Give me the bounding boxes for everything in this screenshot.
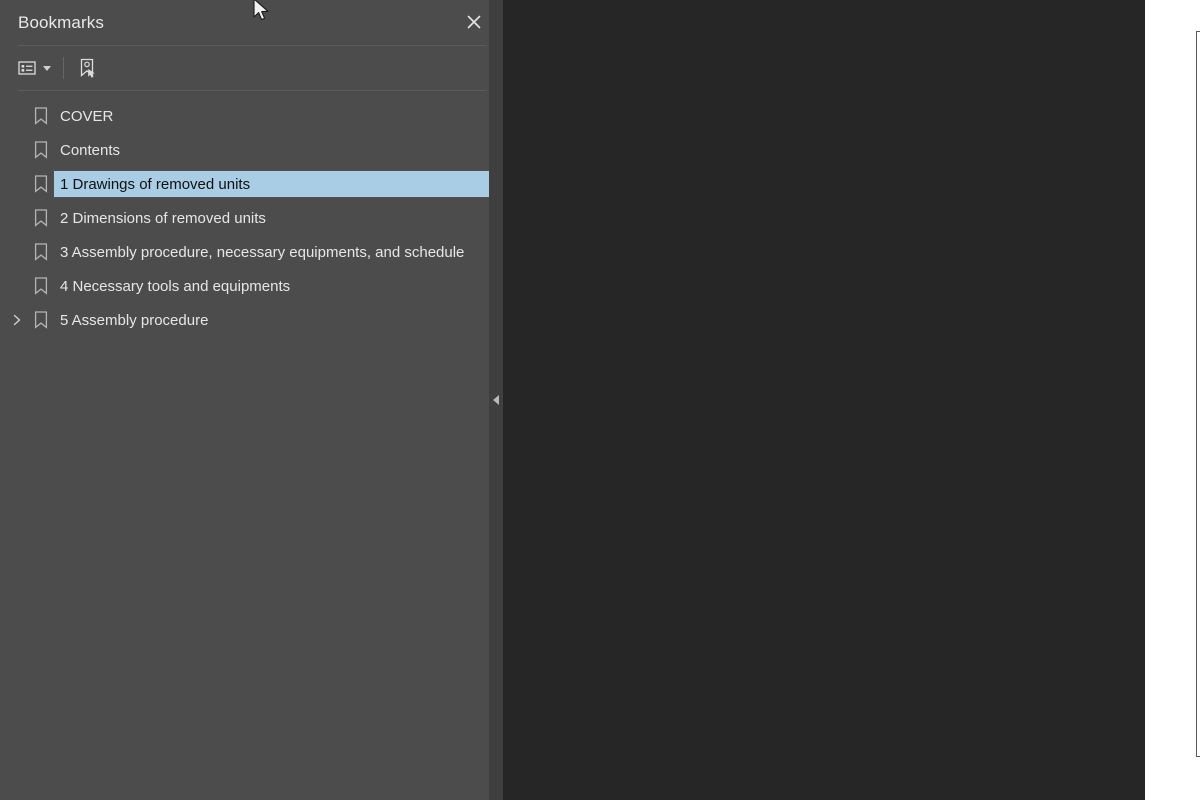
bookmark-icon — [28, 311, 54, 329]
bookmark-item-0[interactable]: COVER — [0, 99, 503, 133]
bookmark-list[interactable]: COVER Contents 1 Drawings of removed units… — [0, 91, 503, 800]
bookmark-icon — [28, 175, 54, 193]
bookmark-icon — [28, 141, 54, 159]
bookmark-label: COVER — [60, 107, 114, 125]
chevron-right-icon[interactable] — [6, 314, 28, 326]
bookmark-label-wrap: Contents — [54, 137, 120, 163]
sidebar-header: Bookmarks — [0, 0, 503, 45]
bookmark-item-3[interactable]: 2 Dimensions of removed units — [0, 201, 503, 235]
pdf-page-viewport[interactable]: 1 Drawings of removed units — [503, 0, 1200, 800]
pdf-viewer-window: Bookmarks COVER Contents 1 Drawings of r… — [0, 0, 1200, 800]
bookmark-label-wrap: 5 Assembly procedure — [54, 307, 208, 333]
bookmark-item-6[interactable]: 5 Assembly procedure — [0, 303, 503, 337]
toolbar-divider — [63, 57, 64, 79]
close-icon[interactable] — [459, 7, 489, 37]
bookmark-item-2[interactable]: 1 Drawings of removed units — [0, 167, 503, 201]
bookmark-icon — [28, 277, 54, 295]
bookmark-pointer-icon[interactable] — [74, 53, 101, 83]
bookmark-icon — [28, 107, 54, 125]
bookmark-icon — [28, 243, 54, 261]
bookmark-label: 3 Assembly procedure, necessary equipmen… — [60, 243, 465, 261]
bookmark-label: Contents — [60, 141, 121, 159]
bookmark-label-wrap: 1 Drawings of removed units — [53, 170, 503, 198]
bookmark-label-wrap: 2 Dimensions of removed units — [54, 205, 266, 231]
bookmark-icon — [28, 209, 54, 227]
triangle-left-icon — [493, 395, 499, 405]
bookmark-item-4[interactable]: 3 Assembly procedure, necessary equipmen… — [0, 235, 503, 269]
bookmarks-toolbar — [0, 46, 503, 90]
bookmark-label: 4 Necessary tools and equipments — [60, 277, 291, 295]
sidebar-collapse-handle[interactable] — [489, 0, 503, 800]
page-content-frame: 1 Drawings of removed units — [1196, 31, 1200, 757]
bookmarks-sidebar: Bookmarks COVER Contents 1 Drawings of r… — [0, 0, 503, 800]
bookmark-label: 5 Assembly procedure — [60, 311, 209, 329]
list-options-icon[interactable] — [14, 53, 55, 83]
chevron-down-icon[interactable] — [43, 65, 51, 71]
bookmark-label: 1 Drawings of removed units — [60, 175, 251, 193]
bookmark-label-wrap: 4 Necessary tools and equipments — [54, 273, 290, 299]
pdf-page: 1 Drawings of removed units — [1145, 0, 1200, 800]
bookmark-label-wrap: 3 Assembly procedure, necessary equipmen… — [54, 239, 464, 265]
panel-title: Bookmarks — [18, 12, 104, 32]
bookmark-item-5[interactable]: 4 Necessary tools and equipments — [0, 269, 503, 303]
bookmark-item-1[interactable]: Contents — [0, 133, 503, 167]
bookmark-label-wrap: COVER — [54, 103, 113, 129]
bookmark-label: 2 Dimensions of removed units — [60, 209, 266, 227]
